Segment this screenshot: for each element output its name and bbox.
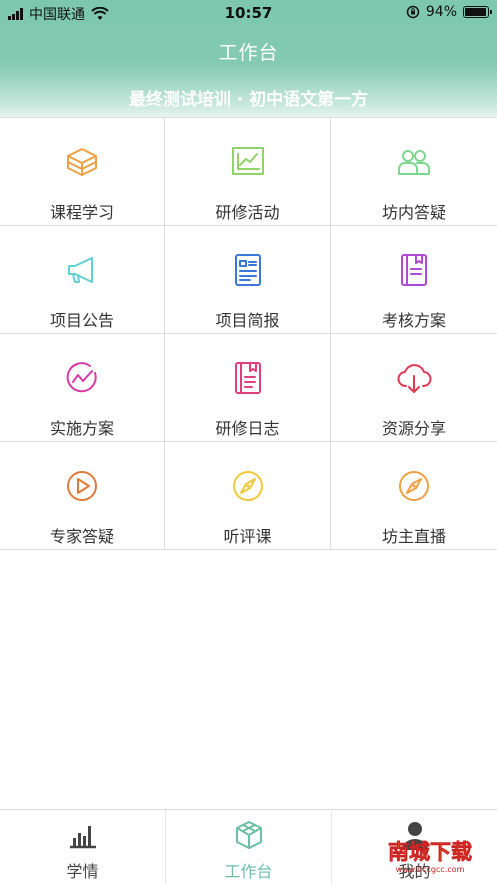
menu-item-label: 考核方案 (381, 311, 446, 330)
report-icon (234, 254, 261, 286)
tab-1[interactable]: 学情 (0, 810, 165, 884)
battery-percent: 94% (425, 4, 457, 20)
header: 中国联通 10:57 94% 工作台 最终测试培训 · 初中语文第一方 (0, 0, 497, 117)
menu-item-label: 专家答疑 (49, 527, 114, 546)
menu-item-8[interactable]: 研修日志 (165, 334, 331, 442)
page-title: 工作台 (218, 42, 279, 64)
cloud-download-icon (397, 364, 432, 393)
menu-item-label: 研修活动 (215, 203, 280, 222)
journal-icon (234, 362, 261, 394)
rotation-lock-icon (406, 5, 420, 19)
project-subtitle: 最终测试培训 · 初中语文第一方 (128, 90, 369, 110)
play-circle-icon (67, 471, 97, 501)
menu-item-label: 研修日志 (215, 419, 280, 438)
menu-item-label: 坊内答疑 (381, 203, 446, 222)
status-bar: 中国联通 10:57 94% (0, 0, 497, 26)
tab-label: 学情 (66, 862, 99, 881)
tab-2[interactable]: 工作台 (165, 810, 331, 884)
menu-item-4[interactable]: 项目公告 (0, 226, 165, 334)
menu-item-1[interactable]: 课程学习 (0, 118, 165, 226)
megaphone-icon (68, 257, 93, 283)
menu-item-11[interactable]: 听评课 (165, 442, 331, 550)
menu-item-label: 课程学习 (49, 203, 114, 222)
menu-item-7[interactable]: 实施方案 (0, 334, 165, 442)
menu-item-6[interactable]: 考核方案 (331, 226, 497, 334)
menu-item-label: 项目公告 (49, 311, 114, 330)
menu-item-3[interactable]: 坊内答疑 (331, 118, 497, 226)
watermark-url: www.nccgcc.com (396, 865, 465, 874)
tab-label: 工作台 (224, 862, 273, 881)
menu-item-2[interactable]: 研修活动 (165, 118, 331, 226)
notebook-icon (401, 254, 427, 286)
watermark-logo: 南城下载 www.nccgcc.com (388, 840, 473, 874)
menu-item-label: 实施方案 (49, 419, 114, 438)
watermark-brand: 南城下载 (388, 840, 472, 864)
function-grid: 课程学习 研修活动 坊内答疑项目公告 项目简报 考核方案实施方案 研修日志 资源分享专家答疑… (0, 117, 497, 550)
menu-item-label: 项目简报 (215, 311, 280, 330)
menu-item-10[interactable]: 专家答疑 (0, 442, 165, 550)
menu-item-label: 听评课 (223, 527, 272, 546)
compass-icon (399, 471, 429, 501)
menu-item-12[interactable]: 坊主直播 (331, 442, 497, 550)
menu-item-9[interactable]: 资源分享 (331, 334, 497, 442)
compass-icon (232, 471, 263, 501)
trend-circle-icon (66, 362, 97, 393)
menu-item-label: 资源分享 (381, 419, 446, 438)
battery-icon (463, 6, 492, 18)
layers-box-icon (67, 148, 97, 176)
cube-icon (235, 821, 262, 849)
users-icon (398, 150, 430, 175)
menu-item-5[interactable]: 项目简报 (165, 226, 331, 334)
chart-board-icon (231, 147, 264, 175)
bar-chart-icon (69, 826, 96, 849)
menu-item-label: 坊主直播 (381, 527, 446, 546)
